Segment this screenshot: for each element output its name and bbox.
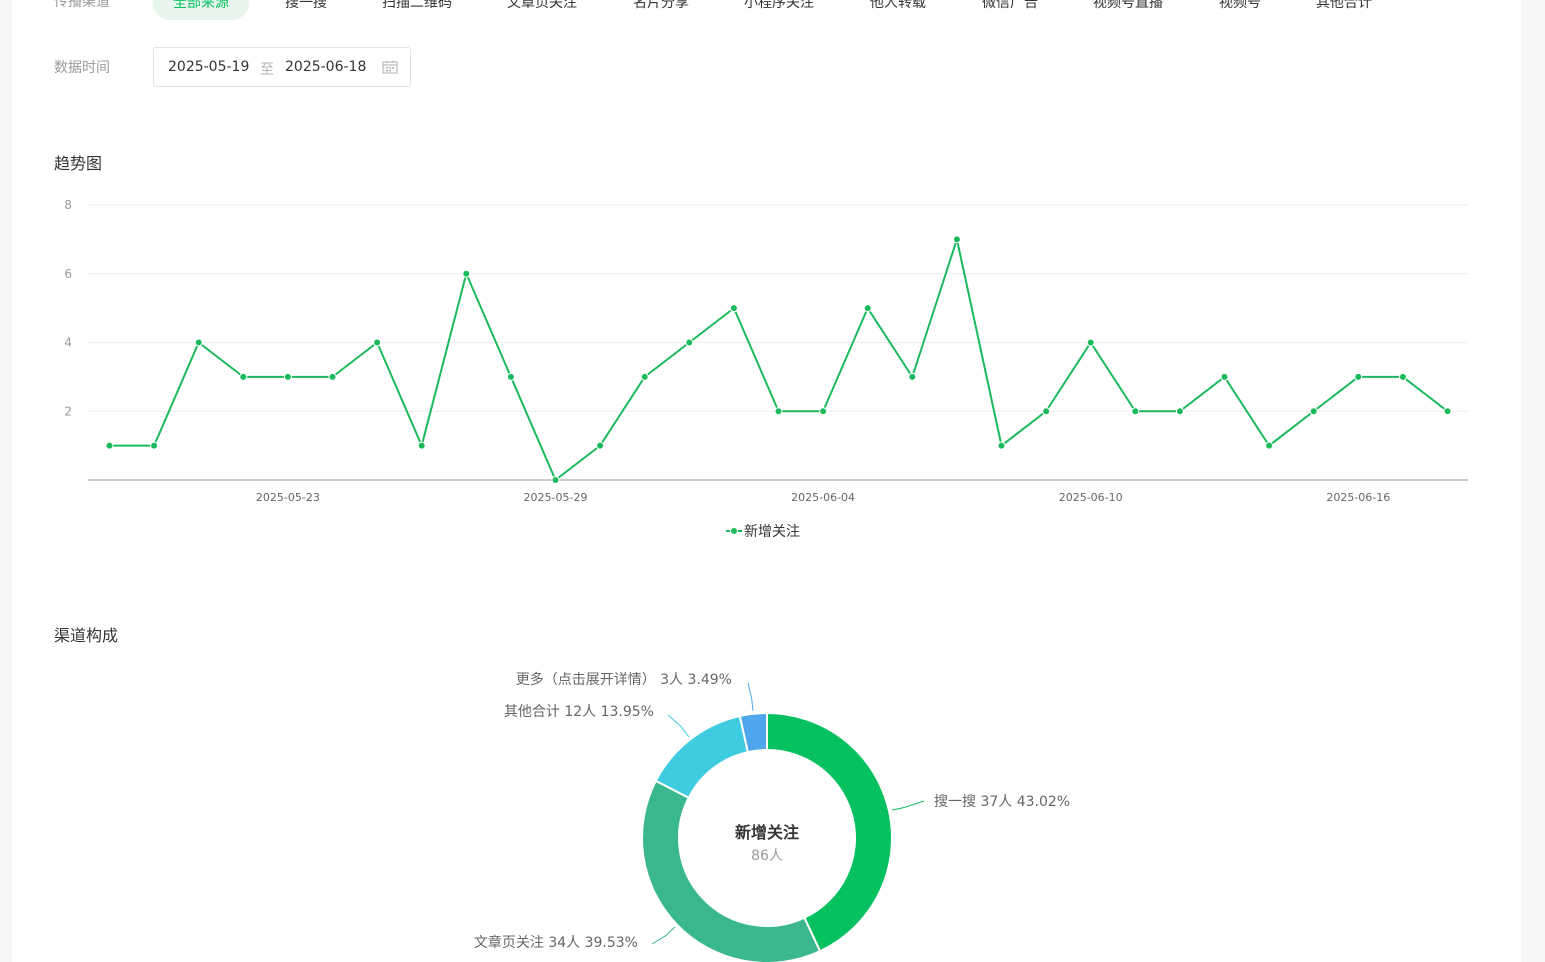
trend-line-chart: 2 4 6 8 2025-05-23 2025-05-29 2025-06-04 2025-0… <box>64 198 1468 504</box>
slice-others[interactable] <box>654 714 750 800</box>
data-point[interactable] <box>1131 407 1140 416</box>
tab-channels-live[interactable]: 视频号直播 <box>1073 0 1183 20</box>
channel-filter: 传播渠道 全部来源 搜一搜 扫描二维码 文章页关注 名片分享 小程序关注 他人转… <box>12 0 1521 40</box>
date-end[interactable]: 2025-06-18 <box>285 59 366 75</box>
x-tick-label: 2025-06-16 <box>1326 491 1390 504</box>
data-point[interactable] <box>551 476 560 484</box>
tab-wechat-ads[interactable]: 微信广告 <box>962 0 1058 20</box>
x-tick-label: 2025-05-29 <box>524 491 588 504</box>
data-point[interactable] <box>105 441 114 450</box>
slice-label[interactable]: 更多（点击展开详情） 3人 3.49% <box>516 671 732 688</box>
data-point[interactable] <box>150 441 159 450</box>
slice-label: 其他合计 12人 13.95% <box>504 704 654 720</box>
x-tick-label: 2025-06-10 <box>1059 491 1123 504</box>
tab-search[interactable]: 搜一搜 <box>265 0 347 20</box>
data-point[interactable] <box>1398 372 1407 381</box>
y-tick-label: 2 <box>64 404 72 418</box>
data-point[interactable] <box>908 372 917 381</box>
tab-repost[interactable]: 他人转载 <box>850 0 946 20</box>
date-label: 数据时间 <box>54 60 110 76</box>
date-start[interactable]: 2025-05-19 <box>168 59 249 75</box>
data-point[interactable] <box>774 407 783 416</box>
date-separator: 至 <box>260 62 274 78</box>
data-point[interactable] <box>239 372 248 381</box>
leader-line <box>891 800 925 811</box>
tab-others[interactable]: 其他合计 <box>1296 0 1392 20</box>
y-tick-label: 4 <box>64 336 72 350</box>
donut-center-value: 86人 <box>751 848 783 864</box>
data-point[interactable] <box>685 338 694 347</box>
data-point[interactable] <box>1042 407 1051 416</box>
data-point[interactable] <box>1086 338 1095 347</box>
data-point[interactable] <box>1354 372 1363 381</box>
y-tick-label: 6 <box>64 267 72 281</box>
trend-chart-title: 趋势图 <box>54 154 103 173</box>
data-point[interactable] <box>283 372 292 381</box>
donut-center-title: 新增关注 <box>735 823 799 842</box>
tab-card-share[interactable]: 名片分享 <box>613 0 709 20</box>
tab-channels[interactable]: 视频号 <box>1199 0 1281 20</box>
slice-article[interactable] <box>641 779 822 962</box>
data-point[interactable] <box>417 441 426 450</box>
data-point[interactable] <box>997 441 1006 450</box>
page-scrollbar[interactable] <box>1521 0 1545 962</box>
data-point[interactable] <box>373 338 382 347</box>
legend-line-marker-icon <box>726 524 742 540</box>
tab-article[interactable]: 文章页关注 <box>487 0 597 20</box>
data-point[interactable] <box>819 407 828 416</box>
data-point[interactable] <box>194 338 203 347</box>
data-point[interactable] <box>729 304 738 313</box>
main-panel: 传播渠道 全部来源 搜一搜 扫描二维码 文章页关注 名片分享 小程序关注 他人转… <box>12 0 1521 962</box>
composition-chart-title: 渠道构成 <box>54 626 119 645</box>
data-point[interactable] <box>506 372 515 381</box>
leader-line <box>667 714 690 737</box>
data-point[interactable] <box>328 372 337 381</box>
data-point[interactable] <box>1175 407 1184 416</box>
leader-line <box>651 926 676 945</box>
data-point[interactable] <box>462 269 471 278</box>
data-point[interactable] <box>1309 407 1318 416</box>
slice-label: 文章页关注 34人 39.53% <box>474 934 638 951</box>
channel-donut-chart: 搜一搜 37人 43.02% 文章页关注 34人 39.53% 其他合计 12人 1… <box>474 671 1070 962</box>
legend-label: 新增关注 <box>744 524 800 540</box>
calendar-icon[interactable] <box>382 60 398 78</box>
y-tick-label: 8 <box>64 198 72 212</box>
data-point[interactable] <box>1220 372 1229 381</box>
tab-qrcode[interactable]: 扫描二维码 <box>362 0 472 20</box>
x-tick-label: 2025-05-23 <box>256 491 320 504</box>
date-range-picker[interactable]: 2025-05-19 至 2025-06-18 <box>153 47 411 87</box>
tab-all-sources[interactable]: 全部来源 <box>153 0 249 20</box>
channel-filter-label: 传播渠道 <box>54 0 110 10</box>
tab-miniprogram[interactable]: 小程序关注 <box>724 0 834 20</box>
leader-line <box>747 682 754 711</box>
data-point[interactable] <box>863 304 872 313</box>
data-point[interactable] <box>640 372 649 381</box>
x-tick-label: 2025-06-04 <box>791 491 855 504</box>
data-point[interactable] <box>952 235 961 244</box>
data-point[interactable] <box>596 441 605 450</box>
series-line <box>109 238 1449 481</box>
data-point[interactable] <box>1265 441 1274 450</box>
slice-label: 搜一搜 37人 43.02% <box>934 794 1070 810</box>
data-point[interactable] <box>1443 407 1452 416</box>
trend-legend[interactable]: 新增关注 <box>726 521 800 541</box>
